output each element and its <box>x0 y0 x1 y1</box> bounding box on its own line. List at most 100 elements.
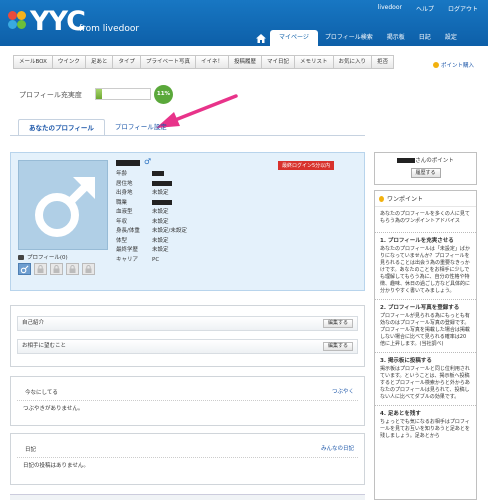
top-link-help[interactable]: ヘルプ <box>416 4 434 13</box>
diary-header: 日記 みんなの日記 <box>17 434 358 458</box>
sub-nav: メールBOX ウインク 足あと タイプ プライベート写真 イイネ！ 投稿履歴 マ… <box>13 55 395 69</box>
header-bar: YYC from livedoor livedoor ヘルプ ログアウト マイペ… <box>0 0 488 46</box>
tip-heading: 3. 掲示板に投稿する <box>375 352 476 365</box>
nav-board[interactable]: 掲示板 <box>380 30 412 46</box>
thumbnail-male-icon[interactable] <box>18 263 31 275</box>
field-row: 体型 未設定 <box>116 237 187 247</box>
field-value: 未設定 <box>152 237 169 244</box>
field-value: 未設定 <box>152 247 169 253</box>
nav-settings[interactable]: 設定 <box>438 30 464 46</box>
field-key: 最終学歴 <box>116 247 139 253</box>
field-row: 年収 未設定 <box>116 218 187 228</box>
points-history-button[interactable]: 履歴する <box>410 168 441 178</box>
points-title-suffix: さんのポイント <box>415 158 454 164</box>
logo[interactable]: YYC <box>30 8 86 36</box>
field-value: 未設定/未設定 <box>152 228 187 234</box>
one-point-title: ワンポイント <box>387 196 424 203</box>
field-row: 血液型 未設定 <box>116 208 187 218</box>
subnav-footprints[interactable]: 足あと <box>84 55 114 69</box>
camera-icon <box>18 254 24 260</box>
top-link-logout[interactable]: ログアウト <box>448 4 478 13</box>
diary-empty: 日記の投稿はありません。 <box>23 463 89 469</box>
thumbnail-lock-icon[interactable] <box>50 263 63 275</box>
photo-count[interactable]: プロフィール(0) <box>18 253 68 261</box>
field-row: 身長/体重 未設定/未設定 <box>116 227 187 237</box>
profile-fields: 年齢 居住地 出身地 未設定 職業 血液型 未設定 年収 未設定 身長/体重 未設定/未… <box>116 170 187 265</box>
thumbnail-lock-icon[interactable] <box>82 263 95 275</box>
field-row: キャリア PC <box>116 256 187 266</box>
profile-photo[interactable] <box>18 160 108 250</box>
subnav-wink[interactable]: ウインク <box>51 55 86 69</box>
field-row: 職業 <box>116 199 187 209</box>
nav-profile-search[interactable]: プロフィール検索 <box>318 30 380 46</box>
top-link-livedoor[interactable]: livedoor <box>378 4 402 13</box>
field-value: 未設定 <box>152 190 169 196</box>
tweet-empty: つぶやきがありません。 <box>23 406 84 412</box>
point-purchase-label: ポイント購入 <box>441 63 475 69</box>
subnav-blocked[interactable]: 拒否 <box>371 55 395 69</box>
nav-mypage[interactable]: マイページ <box>270 30 318 46</box>
field-value-redacted <box>152 170 164 180</box>
tweet-title: 今なにしてる <box>25 390 58 396</box>
diary-title: 日記 <box>25 447 37 453</box>
next-section-header <box>10 494 365 500</box>
tip-text: 掲示板はプロフィールと同じ位利用されています。ということは、掲示板へ投稿するとプ… <box>380 366 470 400</box>
edit-self-intro-button[interactable]: 編集する <box>322 319 353 328</box>
logo-mark <box>8 11 17 20</box>
point-icon <box>433 62 439 68</box>
subnav-mailbox[interactable]: メールBOX <box>13 55 53 69</box>
subnav-my-diary[interactable]: マイ日記 <box>261 55 296 69</box>
partner-wish-label: お相手に望むこと <box>22 343 67 349</box>
all-diary-link[interactable]: みんなの日記 <box>321 444 354 452</box>
thumbnail-lock-icon[interactable] <box>66 263 79 275</box>
subnav-private-photo[interactable]: プライベート写真 <box>139 55 196 69</box>
tweet-link[interactable]: つぶやく <box>332 387 354 395</box>
tip-text: あなたのプロフィールは「未設定」ばかりになっていませんか？プロフィールを見られる… <box>380 246 471 294</box>
tab-your-profile[interactable]: あなたのプロフィール <box>18 119 105 136</box>
profile-fill-bar <box>95 88 151 100</box>
field-key: 年齢 <box>116 171 128 177</box>
tip-heading: 1. プロフィールを充実させる <box>375 232 476 245</box>
one-point-intro: あなたのプロフィールを多くの人に見てもらう為のワンポイントアドバイス <box>380 211 470 224</box>
self-intro-label: 自己紹介 <box>22 320 45 326</box>
field-row: 年齢 <box>116 170 187 180</box>
field-key: 年収 <box>116 218 128 225</box>
logo-mark-dot <box>17 20 26 29</box>
field-row: 出身地 未設定 <box>116 189 187 199</box>
tip-heading: 2. プロフィール写真を登録する <box>375 299 476 312</box>
profile-tabs: あなたのプロフィール プロフィール設定 <box>18 119 177 136</box>
point-purchase-link[interactable]: ポイント購入 <box>433 61 474 69</box>
field-key: 血液型 <box>116 209 133 215</box>
username-redacted <box>116 160 140 166</box>
field-value: PC <box>152 256 160 263</box>
field-key: 居住地 <box>116 180 133 187</box>
subnav-post-history[interactable]: 投稿履歴 <box>228 55 263 69</box>
gender-male-icon: ♂ <box>144 157 152 166</box>
self-intro-row: 自己紹介 編集する <box>17 316 358 331</box>
field-key: 身長/体重 <box>116 228 140 234</box>
top-links: livedoor ヘルプ ログアウト <box>378 4 478 13</box>
logo-mark-dot <box>8 20 17 29</box>
photo-thumbnails <box>18 263 95 275</box>
last-login-badge: 最終ログイン5分以内 <box>278 161 335 170</box>
partner-wish-row: お相手に望むこと 編集する <box>17 339 358 354</box>
tip-heading: 4. 足あとを残す <box>375 405 476 418</box>
home-icon[interactable] <box>252 30 270 46</box>
field-key: 出身地 <box>116 190 133 196</box>
field-value-redacted <box>152 199 172 209</box>
subnav-memo-list[interactable]: メモリスト <box>294 55 334 69</box>
field-key: 体型 <box>116 237 128 244</box>
tip-text: プロフィールが見られる為にもっとも有効なのはプロフィール写真の登録です。プロフィ… <box>380 313 470 347</box>
field-row: 最終学歴 未設定 <box>116 246 187 256</box>
edit-partner-wish-button[interactable]: 編集する <box>322 342 353 351</box>
subnav-like[interactable]: イイネ！ <box>194 55 229 69</box>
tab-profile-settings[interactable]: プロフィール設定 <box>105 119 177 136</box>
subnav-favorites[interactable]: お気に入り <box>332 55 373 69</box>
diary-box: 日記 みんなの日記 日記の投稿はありません。 <box>10 433 365 485</box>
subnav-type[interactable]: タイプ <box>112 55 141 69</box>
thumbnail-lock-icon[interactable] <box>34 263 47 275</box>
profile-fill-bar-fill <box>96 89 102 99</box>
tab-divider <box>10 135 365 136</box>
lightbulb-icon <box>379 195 384 202</box>
nav-diary[interactable]: 日記 <box>412 30 438 46</box>
